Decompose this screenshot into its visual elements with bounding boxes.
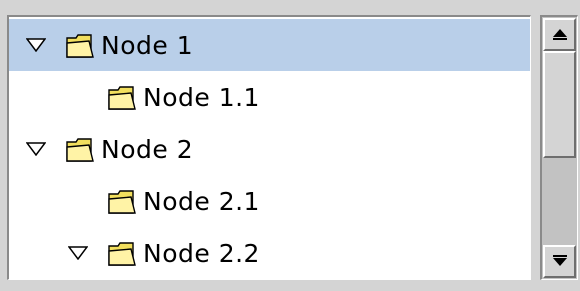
expand-triangle-icon[interactable]: [67, 242, 89, 264]
tree-node-label: Node 2.1: [143, 186, 260, 216]
scrollbar-thumb[interactable]: [543, 51, 576, 158]
expand-triangle-icon[interactable]: [25, 138, 47, 160]
folder-icon: [65, 134, 95, 164]
tree-node-label: Node 2.2: [143, 238, 260, 268]
tree-view[interactable]: Node 1 Node 1.1 Node 2 Node 2.1 Node 2.2: [7, 15, 531, 280]
scroll-up-button[interactable]: [543, 18, 576, 51]
tree-node-2-1[interactable]: Node 2.1: [9, 175, 530, 227]
folder-icon: [107, 186, 137, 216]
folder-icon: [107, 82, 137, 112]
arrow-down-icon: [552, 252, 568, 271]
tree-node-2[interactable]: Node 2: [9, 123, 530, 175]
tree-widget: Node 1 Node 1.1 Node 2 Node 2.1 Node 2.2: [0, 0, 580, 291]
tree-node-label: Node 1.1: [143, 82, 260, 112]
arrow-up-icon: [552, 25, 568, 44]
folder-icon: [107, 238, 137, 268]
expand-triangle-icon[interactable]: [25, 34, 47, 56]
scroll-down-button[interactable]: [543, 245, 576, 278]
tree-node-1[interactable]: Node 1: [9, 19, 530, 71]
tree-node-label: Node 1: [101, 30, 194, 60]
folder-icon: [65, 30, 95, 60]
tree-node-label: Node 2: [101, 134, 194, 164]
vertical-scrollbar[interactable]: [540, 15, 578, 280]
tree-node-1-1[interactable]: Node 1.1: [9, 71, 530, 123]
tree-node-2-2[interactable]: Node 2.2: [9, 227, 530, 279]
